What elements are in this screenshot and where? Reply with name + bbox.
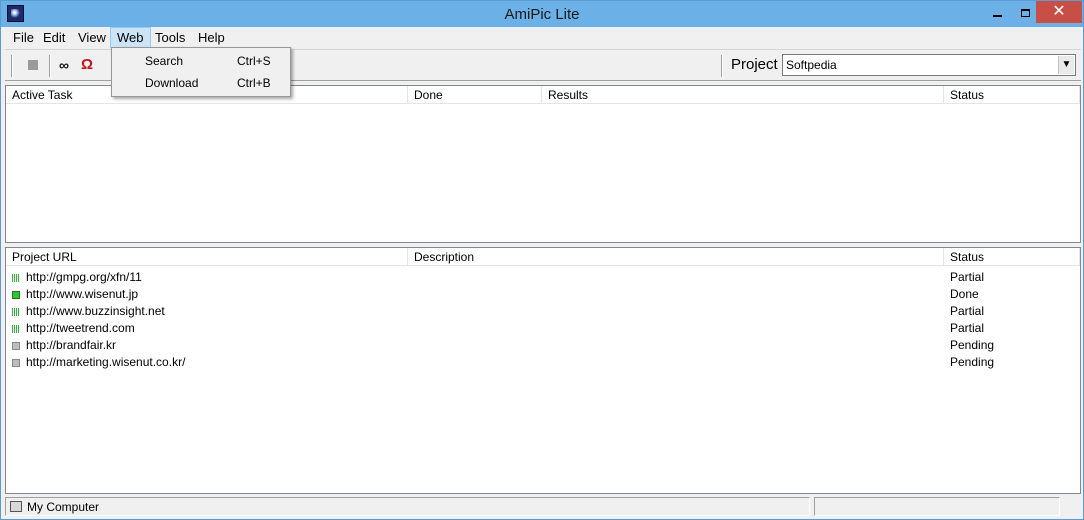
column-header-results[interactable]: Results [542,86,944,104]
table-row[interactable]: http://www.buzzinsight.net Partial [6,303,1080,320]
minimize-icon [992,15,1002,17]
project-url-list[interactable]: Project URL Description Status http://gm… [5,247,1081,494]
menu-item-label: Search [145,54,184,68]
toolbar-grip[interactable] [11,55,13,77]
row-url: http://www.buzzinsight.net [26,304,165,318]
maximize-button[interactable] [1011,1,1039,23]
project-select[interactable]: Softpedia ▼ [782,54,1076,76]
close-button[interactable]: ✕ [1036,1,1082,23]
active-task-list[interactable]: Active Task Done Results Status [5,85,1081,243]
row-status: Partial [950,304,985,318]
row-status: Done [950,287,979,301]
menu-item-shortcut: Ctrl+B [237,76,271,90]
status-pane-location: My Computer [5,497,810,516]
toolbar-separator [721,55,723,77]
table-row[interactable]: http://gmpg.org/xfn/11 Partial [6,269,1080,286]
row-url: http://tweetrend.com [26,321,135,335]
menu-item-label: Download [145,76,199,90]
row-url: http://www.wisenut.jp [26,287,139,301]
search-button[interactable]: ∞ [55,56,73,74]
stop-button[interactable] [24,56,42,74]
table-row[interactable]: http://marketing.wisenut.co.kr/ Pending [6,354,1080,371]
status-pane-empty [814,497,1060,516]
column-header-status[interactable]: Status [944,248,1080,266]
menu-view[interactable]: View [72,27,112,48]
table-row[interactable]: http://tweetrend.com Partial [6,320,1080,337]
row-status: Pending [950,338,995,352]
maximize-icon [1020,9,1030,17]
menu-help[interactable]: Help [192,27,231,48]
pending-status-icon [12,342,20,350]
menu-item-search[interactable]: Search Ctrl+S [112,50,290,72]
download-button[interactable]: Ω [78,56,96,74]
close-icon: ✕ [1052,3,1066,20]
window-title: AmiPic Lite [504,6,580,23]
menu-bar: File Edit View Web Tools Help [5,27,1081,48]
menu-item-download[interactable]: Download Ctrl+B [112,72,290,94]
table-row[interactable]: http://brandfair.kr Pending [6,337,1080,354]
column-header-description[interactable]: Description [408,248,944,266]
binoculars-icon: ∞ [59,57,69,73]
done-status-icon [12,291,20,299]
menu-file[interactable]: File [7,27,40,48]
project-label: Project [731,56,778,73]
menu-edit[interactable]: Edit [37,27,71,48]
table-row[interactable]: http://www.wisenut.jp Done [6,286,1080,303]
menu-item-shortcut: Ctrl+S [237,54,271,68]
status-bar: My Computer [5,497,1081,517]
stop-icon [28,60,38,70]
web-menu-dropdown: Search Ctrl+S Download Ctrl+B [111,47,291,97]
menu-web[interactable]: Web [110,27,151,48]
resize-grip[interactable] [1063,497,1081,516]
status-location-text: My Computer [27,500,100,514]
row-url: http://gmpg.org/xfn/11 [26,270,142,284]
computer-icon [10,501,22,512]
partial-status-icon [12,308,20,316]
magnet-icon: Ω [80,56,94,73]
chevron-down-icon[interactable]: ▼ [1058,56,1074,74]
pending-status-icon [12,359,20,367]
row-status: Partial [950,321,985,335]
row-url: http://brandfair.kr [26,338,117,352]
column-header-project-url[interactable]: Project URL [6,248,408,266]
row-status: Pending [950,355,995,369]
partial-status-icon [12,274,20,282]
row-url: http://marketing.wisenut.co.kr/ [26,355,186,369]
partial-status-icon [12,325,20,333]
column-header-done[interactable]: Done [408,86,542,104]
row-status: Partial [950,270,985,284]
list-header: Project URL Description Status [6,248,1080,266]
title-bar[interactable]: AmiPic Lite ✕ [1,1,1083,27]
toolbar-separator [49,55,51,77]
app-window: AmiPic Lite ✕ File Edit View Web Tools H… [0,0,1084,520]
column-header-status[interactable]: Status [944,86,1080,104]
menu-tools[interactable]: Tools [149,27,191,48]
minimize-button[interactable] [983,1,1011,23]
project-select-value: Softpedia [786,58,837,72]
